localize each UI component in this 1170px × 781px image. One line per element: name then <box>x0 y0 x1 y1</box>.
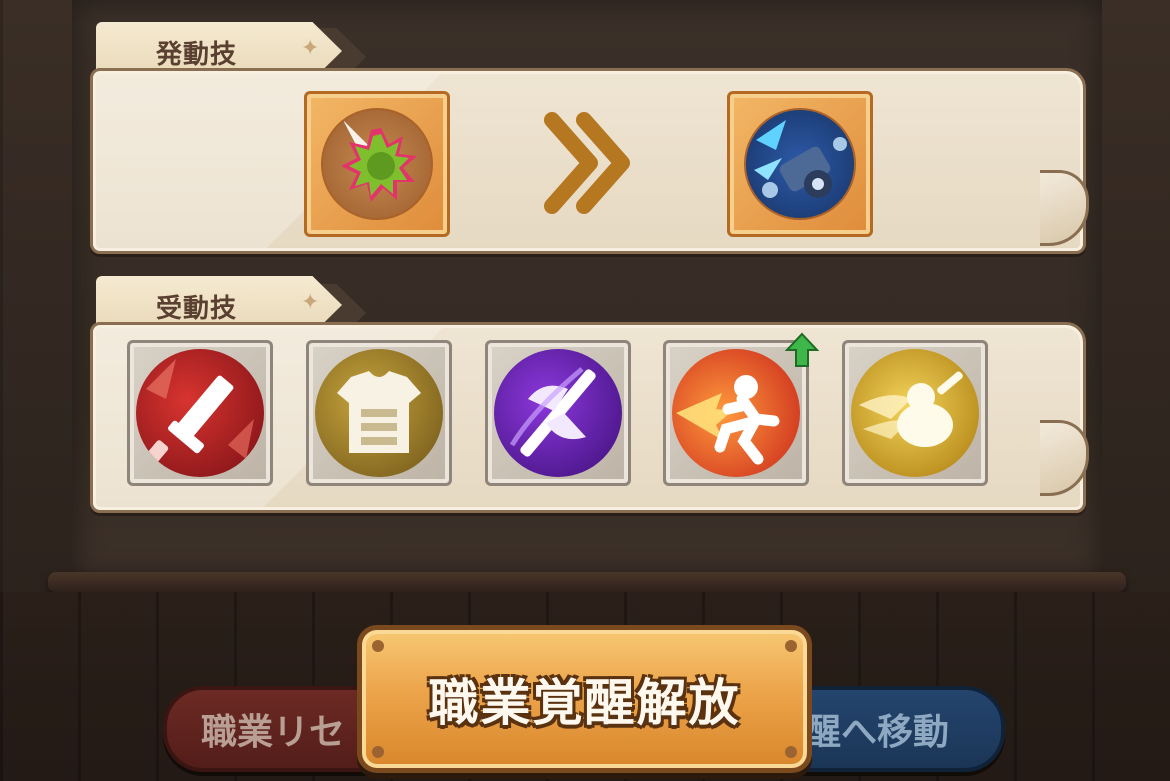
passive-skill-slot-3[interactable] <box>485 340 631 486</box>
double-chevron-right-icon <box>544 112 630 214</box>
red-dash-runner-icon <box>672 349 800 477</box>
passive-skill-tab-label: 受動技 <box>156 294 238 324</box>
bolt-icon <box>372 746 384 758</box>
job-awakening-unlock-button[interactable]: 職業覚醒解放 <box>357 625 812 773</box>
job-awakening-unlock-button-label: 職業覚醒解放 <box>428 674 741 732</box>
bolt-icon <box>372 640 384 652</box>
active-skill-tab-label: 発動技 <box>156 40 238 70</box>
purple-axe-icon <box>494 349 622 477</box>
bolt-icon <box>785 746 797 758</box>
passive-skill-slot-1[interactable] <box>127 340 273 486</box>
shelf <box>48 572 1126 592</box>
gold-armor-icon <box>315 349 443 477</box>
yellow-charge-icon <box>851 349 979 477</box>
spiky-green-burst-icon <box>323 110 431 218</box>
upgrade-arrow-icon <box>785 332 819 367</box>
active-skill-slot-awakened[interactable] <box>727 91 873 237</box>
sparkle-icon: ✦ <box>301 36 320 61</box>
passive-skill-slot-5[interactable] <box>842 340 988 486</box>
blue-cannon-icon <box>746 110 854 218</box>
sparkle-icon: ✦ <box>301 290 320 315</box>
job-reset-button-label: 職業リセ <box>201 712 346 753</box>
move-to-awakening-button-label: 醒へ移動 <box>804 712 949 753</box>
passive-skill-slot-2[interactable] <box>306 340 452 486</box>
active-skill-slot-current[interactable] <box>304 91 450 237</box>
bolt-icon <box>785 640 797 652</box>
red-broken-sword-icon <box>136 349 264 477</box>
